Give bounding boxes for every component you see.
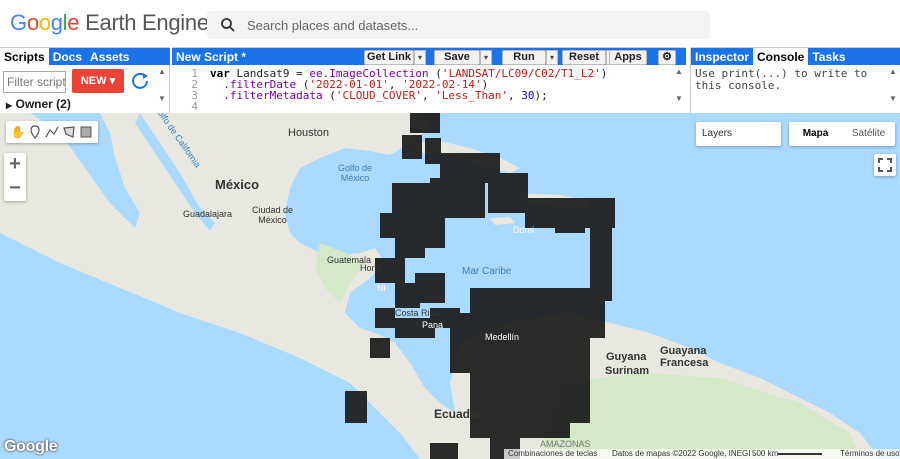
run-dropdown[interactable]: ▾ (546, 50, 558, 65)
run-button[interactable]: Run (502, 50, 546, 65)
line-icon[interactable] (45, 125, 59, 139)
keyboard-shortcuts-link[interactable]: Combinaciones de teclas (508, 449, 597, 459)
apps-button[interactable]: Apps (609, 50, 647, 65)
get-link-button[interactable]: Get Link (364, 50, 414, 65)
owner-tree-item[interactable]: ▶ Owner (2) (6, 97, 71, 111)
map-data-credit: Datos de mapas ©2022 Google, INEGI (612, 449, 751, 458)
console-panel: Inspector Console Tasks Use print(...) to … (690, 47, 900, 113)
code-line-text: .filterMetadata ('CLOUD_COVER', 'Less_Th… (223, 89, 548, 102)
map-label-cdmx: Ciudad de México (251, 205, 294, 225)
chevron-down-icon: ▾ (109, 75, 116, 87)
scrollbar[interactable]: ▲ ▼ (157, 67, 167, 111)
code-line: 3 .filterMetadata ('CLOUD_COVER', 'Less_… (172, 89, 548, 102)
drawing-tools: ✋ (6, 121, 98, 143)
zoom-in-button[interactable]: + (4, 153, 26, 177)
caret-right-icon: ▶ (6, 101, 13, 110)
tab-assets[interactable]: Assets (86, 48, 133, 66)
map-label-guyana: Guyana (606, 351, 647, 363)
map-label-panama: Pana (422, 320, 444, 330)
map-label-amazonas: AMAZONAS (540, 439, 591, 449)
rectangle-icon[interactable] (79, 125, 93, 139)
google-watermark: Google (4, 438, 58, 455)
get-link-dropdown[interactable]: ▾ (414, 50, 426, 65)
tab-docs[interactable]: Docs (49, 48, 86, 66)
code-editor[interactable]: 1 var Landsat9 = ee.ImageCollection ('LAN… (172, 67, 686, 113)
earth-engine-logo: Google Earth Engine (10, 10, 209, 35)
search-icon (221, 18, 235, 32)
scale-bar (778, 453, 822, 455)
line-number: 4 (191, 100, 198, 113)
map-label-dominicana: Domi (513, 225, 535, 235)
zoom-control: + − (4, 153, 26, 201)
map-canvas[interactable]: Houston Golfo de México Golfo de Califor… (0, 113, 900, 459)
map-label-ecuador: Ecuador (434, 407, 483, 421)
layers-button[interactable]: Layers (696, 122, 781, 146)
map-label-golfo: Golfo de México (337, 163, 373, 183)
polygon-icon[interactable] (62, 125, 76, 139)
code-line: 4 (172, 101, 210, 112)
scrollbar[interactable]: ▲ ▼ (888, 67, 898, 111)
new-button-label: NEW (80, 75, 107, 87)
map-label-houston: Houston (288, 127, 329, 139)
filter-scripts-input[interactable] (3, 71, 66, 93)
tab-inspector[interactable]: Inspector (691, 48, 753, 66)
save-dropdown[interactable]: ▾ (480, 50, 492, 65)
map-label-mar-caribe: Mar Caribe (462, 266, 512, 277)
map-label-guyana-fr: Guayana Francesa (660, 345, 709, 369)
search-box[interactable] (207, 11, 710, 39)
map-type-control: Mapa Satélite (789, 122, 895, 146)
map-label-nicaragua: Ni (377, 283, 386, 293)
gear-icon[interactable]: ⚙ (658, 50, 676, 65)
map-label-costa-rica: Costa Rica (395, 308, 440, 318)
zoom-out-button[interactable]: − (4, 177, 26, 201)
map-label-guadalajara: Guadalajara (183, 209, 233, 219)
fullscreen-icon[interactable] (874, 154, 896, 176)
refresh-icon[interactable] (128, 69, 152, 93)
search-input[interactable] (247, 15, 697, 35)
marker-icon[interactable] (28, 125, 42, 139)
terms-link[interactable]: Términos de uso (840, 449, 900, 459)
tab-scripts[interactable]: Scripts (0, 48, 49, 66)
owner-label: Owner (2) (15, 97, 71, 111)
hand-icon[interactable]: ✋ (11, 125, 26, 139)
map-label-mexico: México (215, 177, 260, 192)
scale-label[interactable]: 500 km (752, 449, 778, 459)
left-panel-tabs: Scripts Docs Assets (0, 47, 170, 66)
map-type-satellite-button[interactable]: Satélite (842, 122, 895, 146)
map-attribution: Combinaciones de teclas Datos de mapas ©… (504, 449, 900, 459)
new-button[interactable]: NEW ▾ (72, 69, 124, 93)
map-label-surinam: Surinam (605, 365, 650, 377)
right-panel-tabs: Inspector Console Tasks (691, 47, 900, 66)
save-button[interactable]: Save (434, 50, 480, 65)
map-type-map-button[interactable]: Mapa (789, 122, 842, 146)
header: Google Earth Engine (0, 0, 900, 46)
map-label-honduras: Hond (360, 263, 382, 273)
scrollbar[interactable]: ▲ ▼ (674, 67, 684, 111)
console-output: Use print(...) to write to this console. (695, 67, 868, 92)
reset-button[interactable]: Reset (562, 50, 606, 65)
script-title: New Script * (176, 50, 247, 64)
map-label-medellin: Medellín (485, 332, 520, 342)
scripts-panel: ScriptsDocsAssets NEW ▾ ▶ Owner (2) ▲▼ (0, 47, 170, 113)
code-editor-panel: New Script * Get Link ▾ Save ▾ Run ▾ Res… (172, 47, 686, 113)
tab-console[interactable]: Console (753, 48, 809, 66)
editor-toolbar: New Script * Get Link ▾ Save ▾ Run ▾ Res… (172, 47, 686, 65)
tab-tasks[interactable]: Tasks (808, 48, 849, 66)
